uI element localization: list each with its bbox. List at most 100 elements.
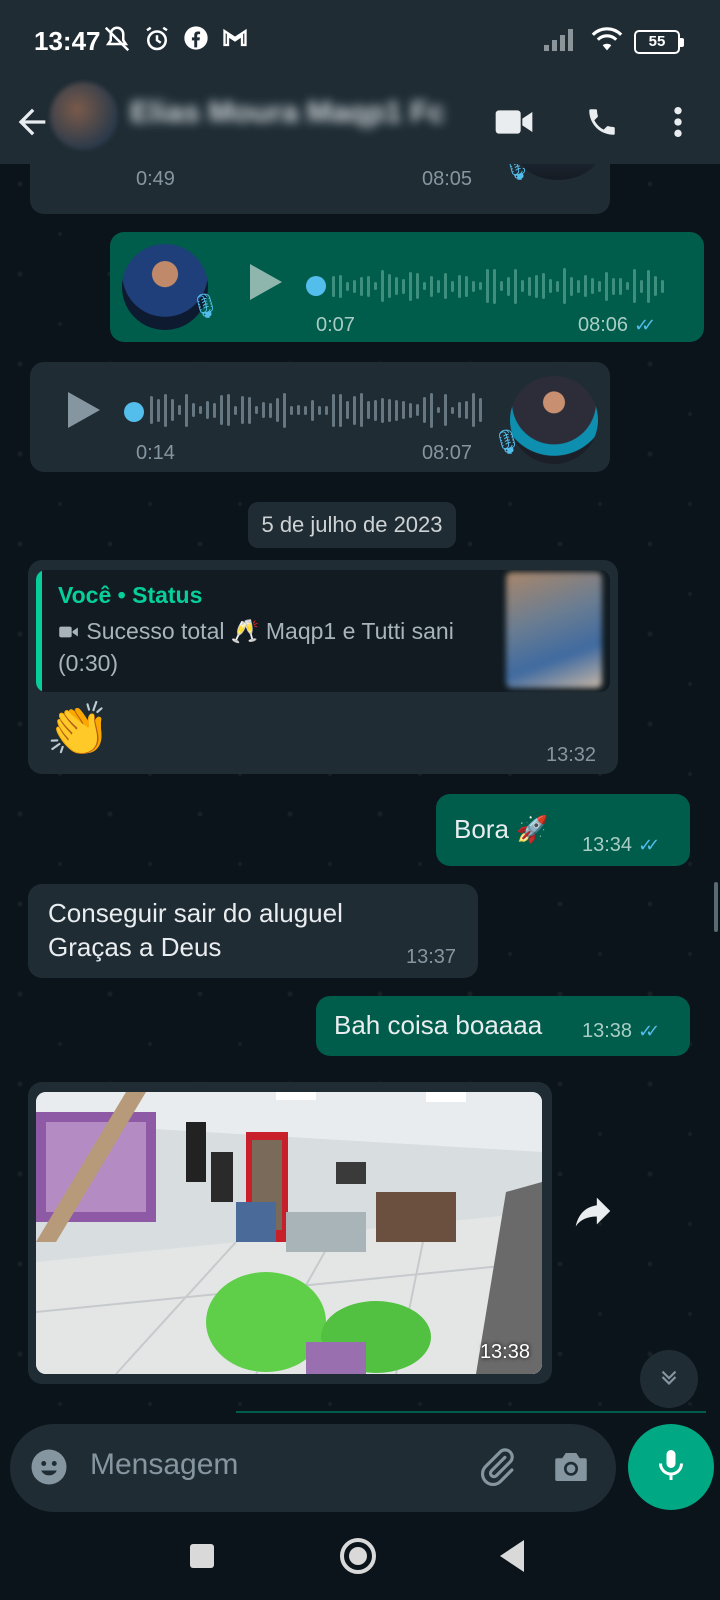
recents-square-icon[interactable] bbox=[188, 1542, 216, 1575]
waveform-bar bbox=[374, 282, 377, 290]
waveform-bar bbox=[423, 282, 426, 290]
read-ticks-icon: ✓✓ bbox=[634, 315, 656, 335]
back-arrow-icon[interactable] bbox=[12, 98, 52, 146]
shared-photo[interactable]: 13:38 bbox=[36, 1092, 542, 1374]
home-circle-icon[interactable] bbox=[336, 1534, 380, 1583]
playback-position[interactable] bbox=[306, 276, 326, 296]
waveform-bar bbox=[157, 398, 160, 422]
waveform-bar bbox=[479, 282, 482, 290]
read-ticks-icon: ✓✓ bbox=[638, 1021, 660, 1041]
waveform-bar bbox=[633, 269, 636, 303]
status-bar: 13:47 55 bbox=[0, 0, 720, 80]
mic-icon: 🎙 bbox=[190, 293, 221, 320]
camera-icon[interactable] bbox=[550, 1446, 592, 1493]
contact-name[interactable]: Elias Moura Maqp1 Fc bbox=[130, 96, 445, 130]
waveform-bar bbox=[444, 394, 447, 426]
waveform-bar bbox=[598, 280, 601, 292]
waveform-bar bbox=[472, 393, 475, 427]
waveform-bar bbox=[535, 274, 538, 298]
playback-position[interactable] bbox=[124, 402, 144, 422]
voice-message-incoming[interactable]: 0:49 08:05 🎙 bbox=[30, 164, 610, 214]
quoted-status-text: Sucesso total 🥂 Maqp1 e Tutti sani (0:30… bbox=[58, 618, 454, 677]
waveform-bar bbox=[283, 392, 286, 428]
emoji-icon[interactable] bbox=[28, 1446, 70, 1493]
waveform-bar bbox=[220, 395, 223, 425]
waveform-bar bbox=[346, 401, 349, 419]
waveform-bar bbox=[367, 275, 370, 297]
mic-icon bbox=[653, 1445, 689, 1490]
waveform-bar bbox=[360, 276, 363, 296]
voice-message-outgoing[interactable]: 🎙 0:07 08:06 ✓✓ bbox=[110, 232, 704, 342]
waveform-bar bbox=[647, 269, 650, 303]
waveform-bar bbox=[234, 405, 237, 415]
waveform-bar bbox=[479, 398, 482, 422]
waveform-bar bbox=[388, 398, 391, 422]
message-input-bar: Mensagem bbox=[0, 1420, 720, 1520]
waveform-bar bbox=[164, 393, 167, 427]
message-input[interactable]: Mensagem bbox=[10, 1424, 616, 1512]
incoming-message[interactable]: Conseguir sair do aluguel Graças a Deus … bbox=[28, 884, 478, 978]
message-input-placeholder[interactable]: Mensagem bbox=[90, 1448, 238, 1482]
waveform-bar bbox=[458, 274, 461, 298]
forward-icon[interactable] bbox=[570, 1188, 616, 1234]
waveform-bar bbox=[486, 269, 489, 303]
attach-icon[interactable] bbox=[476, 1446, 518, 1493]
waveform-bar bbox=[276, 398, 279, 422]
voice-duration: 0:14 bbox=[136, 442, 175, 464]
waveform-bar bbox=[605, 271, 608, 301]
waveform-bar bbox=[353, 395, 356, 425]
waveform-bar bbox=[444, 273, 447, 299]
voice-duration: 0:49 bbox=[136, 168, 175, 190]
waveform-bar bbox=[402, 278, 405, 294]
waveform-bar bbox=[388, 274, 391, 298]
waveform-bar bbox=[213, 402, 216, 418]
status-thumbnail bbox=[506, 572, 602, 688]
waveform-bar bbox=[311, 399, 314, 421]
gmail-icon bbox=[220, 24, 250, 59]
message-time: 08:07 bbox=[422, 442, 473, 464]
waveform-bar bbox=[416, 273, 419, 299]
waveform-bar bbox=[430, 392, 433, 428]
play-button-icon[interactable] bbox=[250, 264, 282, 300]
video-call-icon[interactable] bbox=[490, 98, 538, 146]
waveform-bar bbox=[381, 270, 384, 302]
outgoing-message[interactable]: Bora 🚀 13:34 ✓✓ bbox=[436, 794, 690, 866]
waveform-bar bbox=[409, 402, 412, 418]
status-time: 13:47 bbox=[34, 26, 101, 56]
message-time: 13:32 bbox=[546, 744, 597, 766]
quoted-status-title: Você • Status bbox=[58, 582, 203, 608]
outgoing-message[interactable]: Bah coisa boaaaa 13:38 ✓✓ bbox=[316, 996, 690, 1056]
waveform-bar bbox=[332, 393, 335, 427]
video-icon bbox=[58, 617, 80, 648]
message-time: 13:38 bbox=[582, 1020, 633, 1042]
message-time: 13:38 bbox=[479, 1341, 530, 1363]
waveform-bar bbox=[402, 401, 405, 419]
back-triangle-icon[interactable] bbox=[498, 1538, 528, 1579]
waveform-bar bbox=[185, 393, 188, 427]
waveform-bar bbox=[472, 280, 475, 292]
scrollbar[interactable] bbox=[714, 882, 718, 932]
play-button-icon[interactable] bbox=[68, 392, 100, 428]
more-options-icon[interactable] bbox=[654, 98, 702, 146]
waveform-bar bbox=[297, 405, 300, 415]
waveform-bar bbox=[465, 275, 468, 297]
voice-message-incoming[interactable]: 0:14 08:07 🎙 bbox=[30, 362, 610, 472]
contact-avatar[interactable] bbox=[50, 82, 118, 150]
quoted-status[interactable]: Você • Status Sucesso total 🥂 Maqp1 e Tu… bbox=[36, 570, 610, 692]
mute-bell-icon bbox=[102, 24, 132, 59]
waveform-bar bbox=[367, 401, 370, 419]
waveform-bar bbox=[556, 280, 559, 292]
waveform bbox=[332, 266, 664, 306]
waveform-bar bbox=[178, 405, 181, 415]
waveform-bar bbox=[577, 279, 580, 293]
chat-area[interactable]: 0:49 08:05 🎙 🎙 0:07 08:06 ✓✓ 0:14 08:07 … bbox=[0, 164, 720, 1420]
waveform-bar bbox=[570, 276, 573, 296]
message-time: 08:06 bbox=[578, 314, 629, 336]
message-text: Bah coisa boaaaa bbox=[334, 1010, 543, 1040]
sender-avatar bbox=[510, 376, 598, 464]
message-time: 13:37 bbox=[406, 946, 457, 968]
scroll-to-bottom-button[interactable] bbox=[640, 1350, 698, 1408]
record-voice-button[interactable] bbox=[628, 1424, 714, 1510]
waveform-bar bbox=[507, 276, 510, 296]
voice-call-icon[interactable] bbox=[578, 98, 626, 146]
